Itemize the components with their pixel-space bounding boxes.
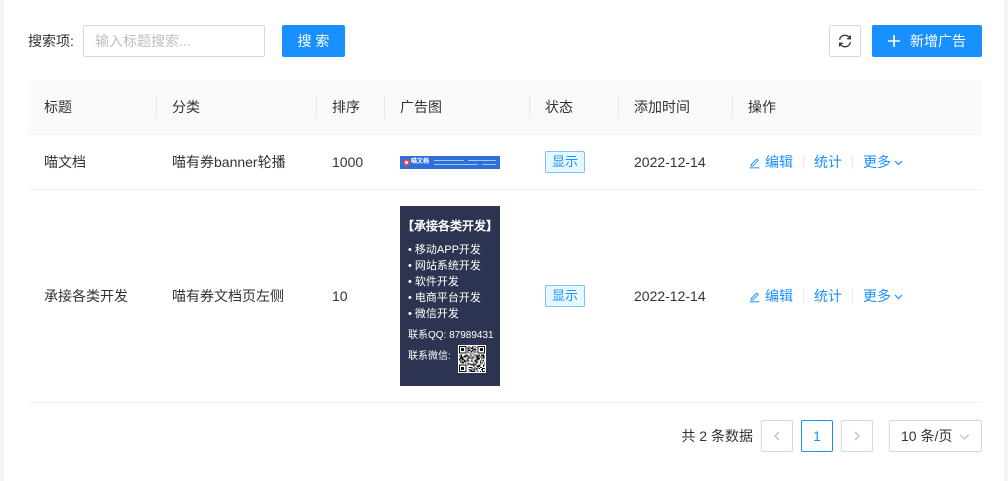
refresh-button[interactable] xyxy=(829,25,861,57)
chevron-left-icon xyxy=(774,431,780,441)
edit-icon xyxy=(749,158,760,168)
cell-added-at: 2022-12-14 xyxy=(618,134,732,190)
pagination: 共 2 条数据 1 10 条/页 xyxy=(681,420,982,452)
poster-service-item: • 软件开发 xyxy=(408,276,459,288)
status-tag: 显示 xyxy=(545,285,586,307)
row-actions: 编辑 统计 更多 xyxy=(748,151,966,173)
table-row: 喵文档 喵有券banner轮播 1000 喵文档 显示 2022-12-14 编… xyxy=(28,134,982,190)
cell-title: 喵文档 xyxy=(28,134,156,190)
chevron-down-icon xyxy=(894,294,903,299)
action-divider xyxy=(852,155,853,169)
stats-link[interactable]: 统计 xyxy=(814,285,842,307)
more-dropdown-label: 更多 xyxy=(863,154,891,170)
pagination-page-1[interactable]: 1 xyxy=(801,420,833,452)
status-tag: 显示 xyxy=(545,151,586,173)
poster-heading: 【承接各类开发】 xyxy=(401,219,498,233)
column-header-sort: 排序 xyxy=(316,80,384,135)
cell-ad-image: 【承接各类开发】 • 移动APP开发 • 网站系统开发 • 软件开发 • 电商平… xyxy=(384,189,529,403)
ad-table: 标题 分类 排序 广告图 状态 添加时间 操作 喵文档 喵有券banner轮播 … xyxy=(28,80,982,403)
search-button[interactable]: 搜 索 xyxy=(282,25,345,57)
poster-service-list: • 移动APP开发 • 网站系统开发 • 软件开发 • 电商平台开发 • 微信开… xyxy=(408,242,481,322)
banner-text-line xyxy=(482,163,496,165)
qr-code xyxy=(458,345,486,373)
table-header-row: 标题 分类 排序 广告图 状态 添加时间 操作 xyxy=(28,80,982,135)
table-header: 标题 分类 排序 广告图 状态 添加时间 操作 xyxy=(28,80,982,135)
column-header-title: 标题 xyxy=(28,80,156,135)
poster-service-item: • 微信开发 xyxy=(408,308,459,320)
plus-icon xyxy=(888,35,900,47)
edit-link-label: 编辑 xyxy=(765,154,793,170)
cell-sort: 10 xyxy=(316,189,384,403)
table-body: 喵文档 喵有券banner轮播 1000 喵文档 显示 2022-12-14 编… xyxy=(28,134,982,403)
more-dropdown[interactable]: 更多 xyxy=(863,151,903,173)
refresh-icon xyxy=(838,34,852,48)
more-dropdown[interactable]: 更多 xyxy=(863,285,903,307)
cell-actions: 编辑 统计 更多 xyxy=(732,134,982,190)
cell-category: 喵有券banner轮播 xyxy=(156,134,316,190)
chevron-down-icon xyxy=(894,160,903,165)
banner-text-line xyxy=(434,163,478,165)
edit-link[interactable]: 编辑 xyxy=(748,285,793,307)
cell-added-at: 2022-12-14 xyxy=(618,189,732,403)
ad-image-banner: 喵文档 xyxy=(400,155,500,169)
cell-actions: 编辑 统计 更多 xyxy=(732,189,982,403)
pagination-total: 共 2 条数据 xyxy=(681,428,753,444)
cell-category: 喵有券文档页左侧 xyxy=(156,189,316,403)
action-divider xyxy=(803,289,804,303)
cell-sort: 1000 xyxy=(316,134,384,190)
cell-title: 承接各类开发 xyxy=(28,189,156,403)
cell-ad-image: 喵文档 xyxy=(384,134,529,190)
ad-image-poster: 【承接各类开发】 • 移动APP开发 • 网站系统开发 • 软件开发 • 电商平… xyxy=(400,206,500,386)
action-divider xyxy=(803,155,804,169)
column-header-category: 分类 xyxy=(156,80,316,135)
pagination-next-button[interactable] xyxy=(841,420,873,452)
qr-modules xyxy=(459,346,485,372)
cell-status: 显示 xyxy=(529,134,618,190)
row-actions: 编辑 统计 更多 xyxy=(748,285,966,307)
logo-icon xyxy=(403,158,410,166)
more-dropdown-label: 更多 xyxy=(863,288,891,304)
edit-link[interactable]: 编辑 xyxy=(748,151,793,173)
chevron-down-icon xyxy=(959,433,970,440)
column-header-ad-image: 广告图 xyxy=(384,80,529,135)
edit-icon xyxy=(749,292,760,302)
pagination-prev-button[interactable] xyxy=(761,420,793,452)
add-ad-button[interactable]: 新增广告 xyxy=(872,25,982,57)
page-size-select[interactable]: 10 条/页 xyxy=(889,420,982,452)
poster-service-item: • 电商平台开发 xyxy=(408,292,481,304)
page-size-value: 10 条/页 xyxy=(901,428,953,444)
add-ad-button-label: 新增广告 xyxy=(910,33,966,49)
column-header-actions: 操作 xyxy=(732,80,982,135)
cell-status: 显示 xyxy=(529,189,618,403)
table-row: 承接各类开发 喵有券文档页左侧 10 【承接各类开发】 • 移动APP开发 • … xyxy=(28,189,982,403)
search-input[interactable] xyxy=(83,25,265,57)
edit-link-label: 编辑 xyxy=(765,288,793,304)
banner-text-line xyxy=(468,159,496,161)
search-label: 搜索项: xyxy=(28,33,74,49)
poster-qq-contact: 联系QQ: 87989431 xyxy=(408,330,494,341)
banner-text-line xyxy=(434,159,464,161)
search-button-label: 搜 索 xyxy=(297,33,330,49)
stats-link[interactable]: 统计 xyxy=(814,151,842,173)
banner-logo-text: 喵文档 xyxy=(411,158,430,165)
poster-service-item: • 网站系统开发 xyxy=(408,260,481,272)
ad-list-panel: 搜索项: 搜 索 新增广告 标题 分类 xyxy=(4,0,1004,481)
action-divider xyxy=(852,289,853,303)
column-header-added-at: 添加时间 xyxy=(618,80,732,135)
poster-service-item: • 移动APP开发 xyxy=(408,244,481,256)
chevron-right-icon xyxy=(854,431,860,441)
poster-wechat-label: 联系微信: xyxy=(408,351,451,362)
column-header-status: 状态 xyxy=(529,80,618,135)
